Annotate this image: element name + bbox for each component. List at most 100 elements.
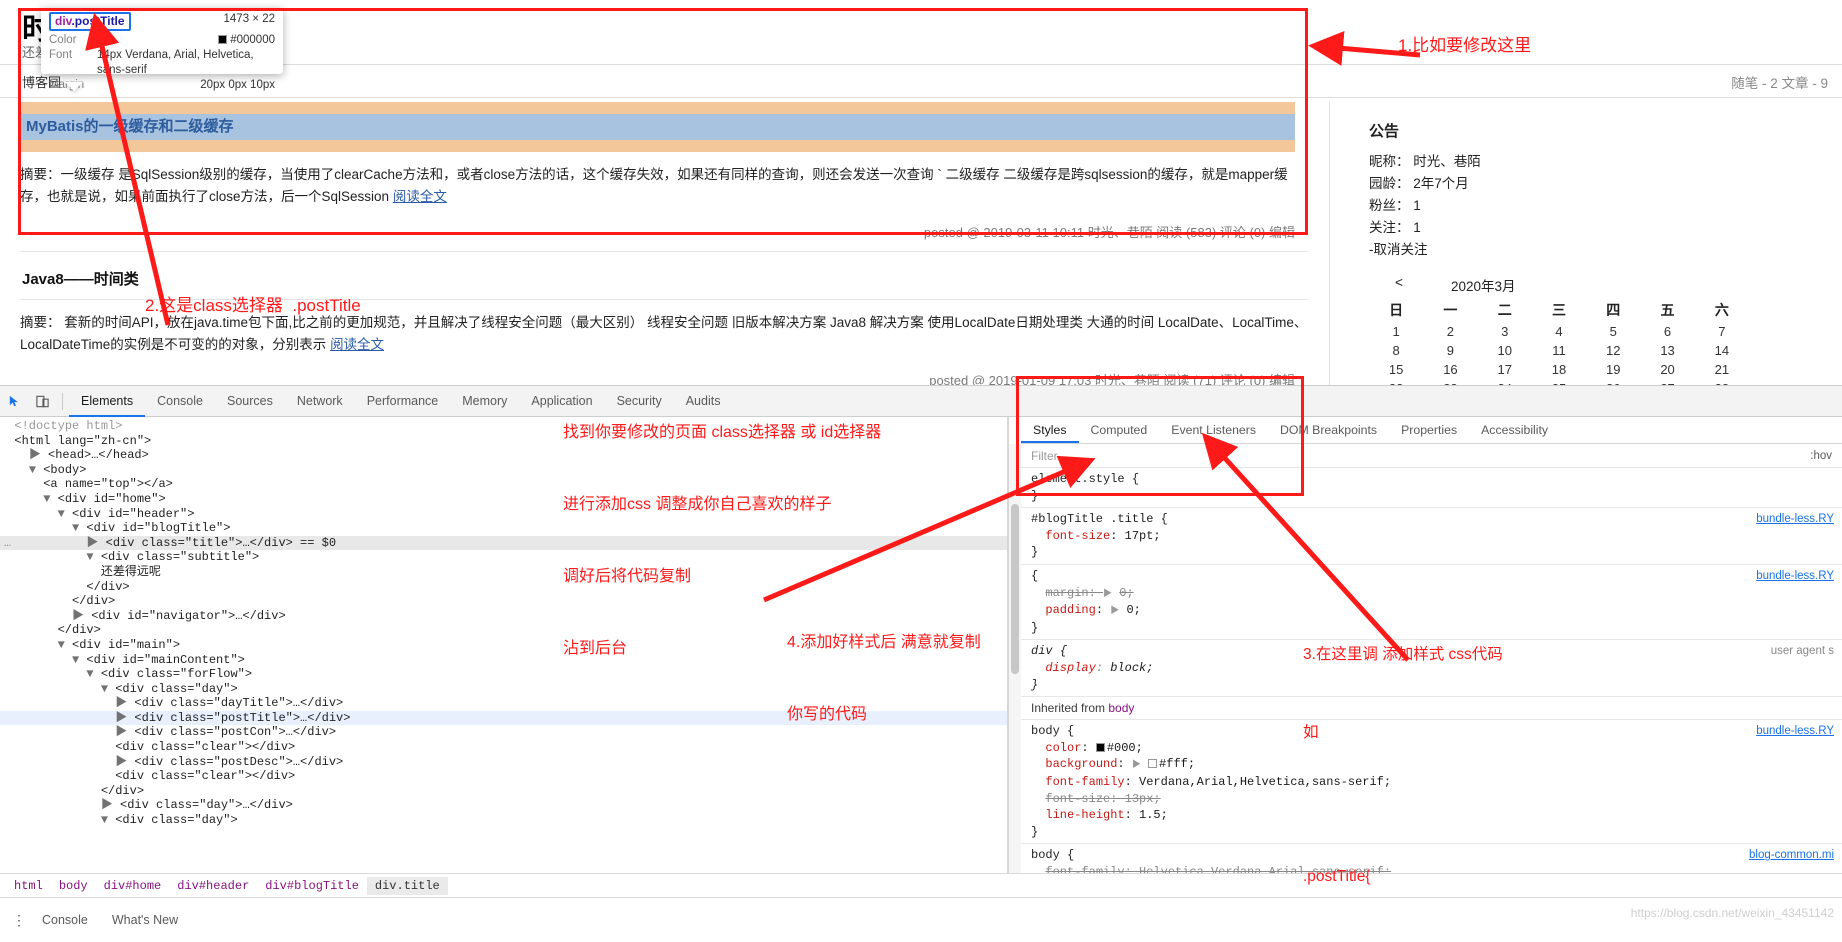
dom-node-line[interactable]: ▼ <div id="mainContent"> bbox=[0, 653, 1007, 668]
devtools-tab-sources[interactable]: Sources bbox=[215, 386, 285, 417]
breadcrumb-item-body[interactable]: body bbox=[51, 877, 96, 895]
dom-node-line[interactable]: ▼ <div class="subtitle"> bbox=[0, 550, 1007, 565]
breadcrumb-item-div-blogTitle[interactable]: div#blogTitle bbox=[257, 877, 367, 895]
dom-node-line[interactable]: </div> bbox=[0, 784, 1007, 799]
calendar-day[interactable]: 13 bbox=[1640, 341, 1694, 360]
post-title-highlighted[interactable]: MyBatis的一级缓存和二级缓存 bbox=[20, 114, 1295, 140]
tooltip-font-label: Font bbox=[49, 49, 73, 61]
css-source-link[interactable]: bundle-less.RY bbox=[1756, 723, 1834, 740]
dom-node-line[interactable]: <a name="top"></a> bbox=[0, 477, 1007, 492]
dom-node-line[interactable]: ▼ <div id="main"> bbox=[0, 638, 1007, 653]
calendar-day[interactable]: 12 bbox=[1586, 341, 1640, 360]
post-title[interactable]: Java8——时间类 bbox=[22, 268, 1329, 289]
devtools-tab-audits[interactable]: Audits bbox=[674, 386, 733, 417]
read-more-link[interactable]: 阅读全文 bbox=[393, 189, 447, 204]
drawer-tab-what-s-new[interactable]: What's New bbox=[100, 913, 190, 927]
calendar-day[interactable]: 4 bbox=[1532, 322, 1586, 341]
calendar-day[interactable]: 15 bbox=[1369, 360, 1423, 379]
dom-node-line[interactable]: ▶ <div class="postDesc">…</div> bbox=[0, 755, 1007, 770]
styles-tab-styles[interactable]: Styles bbox=[1021, 417, 1079, 443]
dom-node-line[interactable]: ▶ <div class="dayTitle">…</div> bbox=[0, 696, 1007, 711]
devtools-tab-elements[interactable]: Elements bbox=[69, 386, 145, 417]
dom-node-line[interactable]: ▼ <body> bbox=[0, 463, 1007, 478]
dom-node-line[interactable]: ▼ <div class="day"> bbox=[0, 813, 1007, 828]
css-value: 13px; bbox=[1124, 791, 1161, 806]
css-source-link[interactable]: user agent s bbox=[1771, 643, 1834, 660]
styles-tab-properties[interactable]: Properties bbox=[1389, 417, 1469, 443]
breadcrumb-item-div-header[interactable]: div#header bbox=[169, 877, 257, 895]
css-rule-block[interactable]: body { color: #000; background: ▶ #fff; … bbox=[1021, 720, 1842, 845]
css-rule-block[interactable]: { margin: ▶ 0; padding: ▶ 0; } bundle-les… bbox=[1021, 565, 1842, 641]
device-toolbar-icon[interactable] bbox=[28, 386, 56, 417]
styles-tab-dom-breakpoints[interactable]: DOM Breakpoints bbox=[1268, 417, 1389, 443]
css-value: 17pt; bbox=[1124, 528, 1161, 543]
calendar-day[interactable]: 6 bbox=[1640, 322, 1694, 341]
unfollow-link[interactable]: -取消关注 bbox=[1369, 239, 1842, 261]
styles-filter-row[interactable]: Filter :hov bbox=[1021, 444, 1842, 468]
read-more-link[interactable]: 阅读全文 bbox=[330, 337, 384, 352]
calendar-day[interactable]: 9 bbox=[1423, 341, 1477, 360]
styles-tab-event-listeners[interactable]: Event Listeners bbox=[1159, 417, 1268, 443]
dom-node-line[interactable]: 还差得远呢 bbox=[0, 565, 1007, 580]
dom-node-line[interactable]: ▼ <div class="forFlow"> bbox=[0, 667, 1007, 682]
styles-filter-input[interactable]: Filter bbox=[1031, 449, 1058, 463]
dom-node-line[interactable]: </div> bbox=[0, 594, 1007, 609]
dom-node-line[interactable]: <!doctype html> bbox=[0, 419, 1007, 434]
calendar-day[interactable]: 11 bbox=[1532, 341, 1586, 360]
calendar-prev-button[interactable]: < bbox=[1369, 275, 1429, 295]
calendar-day[interactable]: 7 bbox=[1695, 322, 1749, 341]
drawer-tab-console[interactable]: Console bbox=[30, 913, 100, 927]
more-options-icon[interactable]: ⋮ bbox=[8, 913, 30, 927]
devtools-tab-memory[interactable]: Memory bbox=[450, 386, 519, 417]
calendar-day[interactable]: 5 bbox=[1586, 322, 1640, 341]
dom-node-line[interactable]: </div> bbox=[0, 580, 1007, 595]
dom-node-line[interactable]: … ▶ <div class="title">…</div> == $0 bbox=[0, 535, 1007, 551]
css-rule-block[interactable]: div { display: block; } user agent s bbox=[1021, 640, 1842, 698]
breadcrumb-item-div-home[interactable]: div#home bbox=[96, 877, 170, 895]
dom-node-line[interactable]: </div> bbox=[0, 623, 1007, 638]
calendar-day[interactable]: 17 bbox=[1478, 360, 1532, 379]
styles-tab-computed[interactable]: Computed bbox=[1079, 417, 1160, 443]
hov-toggle-button[interactable]: :hov bbox=[1810, 450, 1832, 462]
calendar-day[interactable]: 1 bbox=[1369, 322, 1423, 341]
css-rule-block[interactable]: #blogTitle .title { font-size: 17pt; } bu… bbox=[1021, 508, 1842, 565]
calendar-day[interactable]: 19 bbox=[1586, 360, 1640, 379]
calendar-day[interactable]: 8 bbox=[1369, 341, 1423, 360]
calendar-day[interactable]: 21 bbox=[1695, 360, 1749, 379]
dom-node-line[interactable]: ▶ <div class="postCon">…</div> bbox=[0, 725, 1007, 740]
dom-tree-panel[interactable]: <!doctype html> <html lang="zh-cn"> ▶ <h… bbox=[0, 417, 1007, 912]
breadcrumb-item-div-title[interactable]: div.title bbox=[366, 876, 448, 895]
css-source-link[interactable]: bundle-less.RY bbox=[1756, 568, 1834, 585]
dom-node-line[interactable]: ▶ <div class="postTitle">…</div> bbox=[0, 710, 1007, 726]
dom-node-line[interactable]: ▶ <div id="navigator">…</div> bbox=[0, 609, 1007, 624]
dom-node-line[interactable]: ▼ <div id="home"> bbox=[0, 492, 1007, 507]
devtools-tab-application[interactable]: Application bbox=[519, 386, 604, 417]
dom-node-line[interactable]: ▶ <div class="day">…</div> bbox=[0, 798, 1007, 813]
css-rule-block[interactable]: element.style { } bbox=[1021, 468, 1842, 509]
calendar-day[interactable]: 14 bbox=[1695, 341, 1749, 360]
calendar-day[interactable]: 18 bbox=[1532, 360, 1586, 379]
breadcrumb-item-html[interactable]: html bbox=[6, 877, 51, 895]
calendar-day[interactable]: 20 bbox=[1640, 360, 1694, 379]
inspect-cursor-icon[interactable] bbox=[0, 386, 28, 417]
calendar-day[interactable]: 16 bbox=[1423, 360, 1477, 379]
css-source-link[interactable]: bundle-less.RY bbox=[1756, 511, 1834, 528]
styles-scrollbar[interactable] bbox=[1009, 444, 1021, 912]
dom-node-line[interactable]: ▼ <div id="blogTitle"> bbox=[0, 521, 1007, 536]
devtools-tab-console[interactable]: Console bbox=[145, 386, 215, 417]
dom-node-line[interactable]: ▶ <head>…</head> bbox=[0, 448, 1007, 463]
dom-node-line[interactable]: <html lang="zh-cn"> bbox=[0, 434, 1007, 449]
dom-node-line[interactable]: ▼ <div class="day"> bbox=[0, 682, 1007, 697]
calendar-day[interactable]: 2 bbox=[1423, 322, 1477, 341]
styles-scrollbar-thumb[interactable] bbox=[1011, 504, 1019, 674]
calendar-day[interactable]: 3 bbox=[1478, 322, 1532, 341]
devtools-tab-security[interactable]: Security bbox=[605, 386, 674, 417]
dom-node-line[interactable]: <div class="clear"></div> bbox=[0, 740, 1007, 755]
dom-node-line[interactable]: <div class="clear"></div> bbox=[0, 769, 1007, 784]
devtools-tab-network[interactable]: Network bbox=[285, 386, 355, 417]
styles-tab-accessibility[interactable]: Accessibility bbox=[1469, 417, 1560, 443]
calendar-day[interactable]: 10 bbox=[1478, 341, 1532, 360]
css-source-link[interactable]: blog-common.mi bbox=[1749, 847, 1834, 864]
devtools-tab-performance[interactable]: Performance bbox=[355, 386, 451, 417]
dom-node-line[interactable]: ▼ <div id="header"> bbox=[0, 507, 1007, 522]
